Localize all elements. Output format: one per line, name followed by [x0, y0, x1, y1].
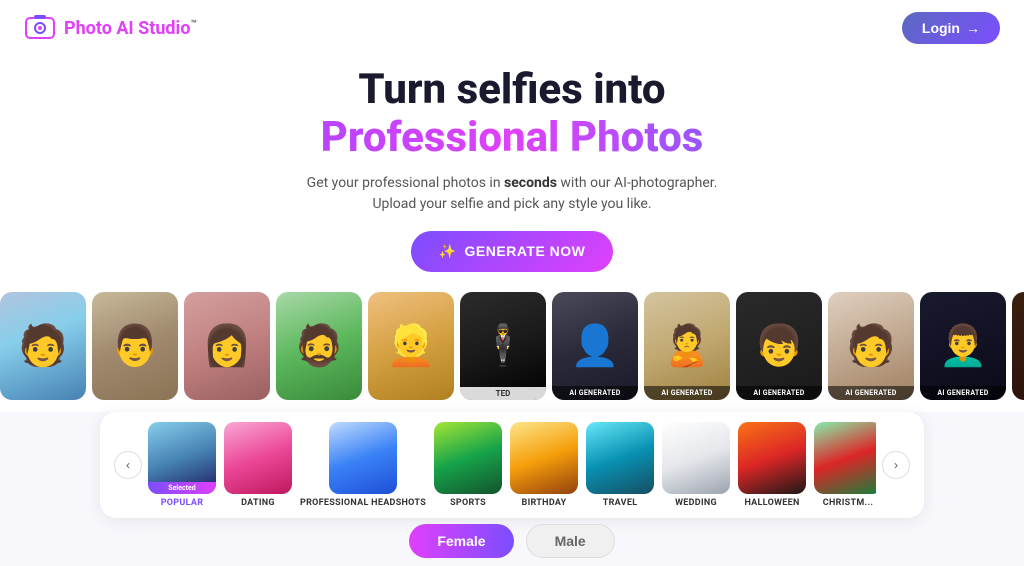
category-label-headshots: PROFESSIONAL HEADSHOTS: [300, 498, 426, 508]
logo: Photo AI Studio™: [24, 12, 197, 44]
photo-card-p1: 🧑: [0, 292, 86, 400]
category-item-headshots[interactable]: PROFESSIONAL HEADSHOTS: [300, 422, 426, 508]
bottom-section: ‹ Selected POPULAR DATING PROFESSIONAL HEAD…: [0, 412, 1024, 566]
category-thumb-christmas: [814, 422, 876, 494]
selected-badge: Selected: [148, 482, 216, 494]
categories-list: Selected POPULAR DATING PROFESSIONAL HEADSH…: [148, 422, 876, 508]
photo-card-p5: 👱: [368, 292, 454, 400]
category-label-halloween: HALLOWEEN: [744, 498, 799, 508]
photo-strip: 🧑👨👩🧔👱🕴️👤🙎👦🧑👨‍🦱🧑‍🦱: [0, 284, 1024, 408]
photo-card-p10: 🧑: [828, 292, 914, 400]
categories-wrapper: ‹ Selected POPULAR DATING PROFESSIONAL HEAD…: [100, 412, 924, 518]
login-button[interactable]: Login →: [902, 12, 1000, 44]
photo-card-p8: 🙎: [644, 292, 730, 400]
category-item-christmas[interactable]: CHRISTM...: [814, 422, 876, 508]
logo-text: Photo AI Studio™: [64, 18, 197, 39]
photo-card-p11: 👨‍🦱: [920, 292, 1006, 400]
category-thumb-sports: [434, 422, 502, 494]
categories-next-button[interactable]: ›: [882, 451, 910, 479]
category-label-dating: DATING: [241, 498, 275, 508]
category-thumb-headshots: [329, 422, 397, 494]
category-item-popular[interactable]: Selected POPULAR: [148, 422, 216, 508]
category-label-sports: SPORTS: [450, 498, 486, 508]
photo-card-p2: 👨: [92, 292, 178, 400]
category-label-wedding: WEDDING: [675, 498, 717, 508]
hero-subtitle: Get your professional photos in seconds …: [20, 173, 1004, 215]
photo-card-p12: 🧑‍🦱: [1012, 292, 1024, 400]
photo-card-p3: 👩: [184, 292, 270, 400]
hero-section: Turn selfies into Professional Photos Ge…: [0, 56, 1024, 284]
category-item-wedding[interactable]: WEDDING: [662, 422, 730, 508]
female-gender-button[interactable]: Female: [409, 524, 513, 558]
gender-row: Female Male: [0, 524, 1024, 558]
header: Photo AI Studio™ Login →: [0, 0, 1024, 56]
categories-prev-button[interactable]: ‹: [114, 451, 142, 479]
hero-title-line1: Turn selfies into: [20, 66, 1004, 114]
category-label-birthday: BIRTHDAY: [522, 498, 567, 508]
category-thumb-halloween: [738, 422, 806, 494]
photo-strip-container: 🧑👨👩🧔👱🕴️👤🙎👦🧑👨‍🦱🧑‍🦱: [0, 284, 1024, 408]
category-item-dating[interactable]: DATING: [224, 422, 292, 508]
category-item-sports[interactable]: SPORTS: [434, 422, 502, 508]
logo-icon: [24, 12, 56, 44]
hero-title-line2: Professional Photos: [20, 114, 1004, 162]
photo-card-p6: 🕴️: [460, 292, 546, 400]
category-item-halloween[interactable]: HALLOWEEN: [738, 422, 806, 508]
category-thumb-dating: [224, 422, 292, 494]
category-label-christmas: CHRISTM...: [823, 498, 873, 508]
photo-card-p7: 👤: [552, 292, 638, 400]
male-gender-button[interactable]: Male: [526, 524, 615, 558]
category-thumb-wedding: [662, 422, 730, 494]
category-item-birthday[interactable]: BIRTHDAY: [510, 422, 578, 508]
generate-button[interactable]: GENERATE NOW: [411, 231, 614, 272]
photo-card-p4: 🧔: [276, 292, 362, 400]
photo-card-p9: 👦: [736, 292, 822, 400]
category-label-popular: POPULAR: [161, 498, 204, 508]
category-thumb-travel: [586, 422, 654, 494]
category-item-travel[interactable]: TRAVEL: [586, 422, 654, 508]
category-thumb-birthday: [510, 422, 578, 494]
category-thumb-popular: Selected: [148, 422, 216, 494]
category-label-travel: TRAVEL: [603, 498, 638, 508]
